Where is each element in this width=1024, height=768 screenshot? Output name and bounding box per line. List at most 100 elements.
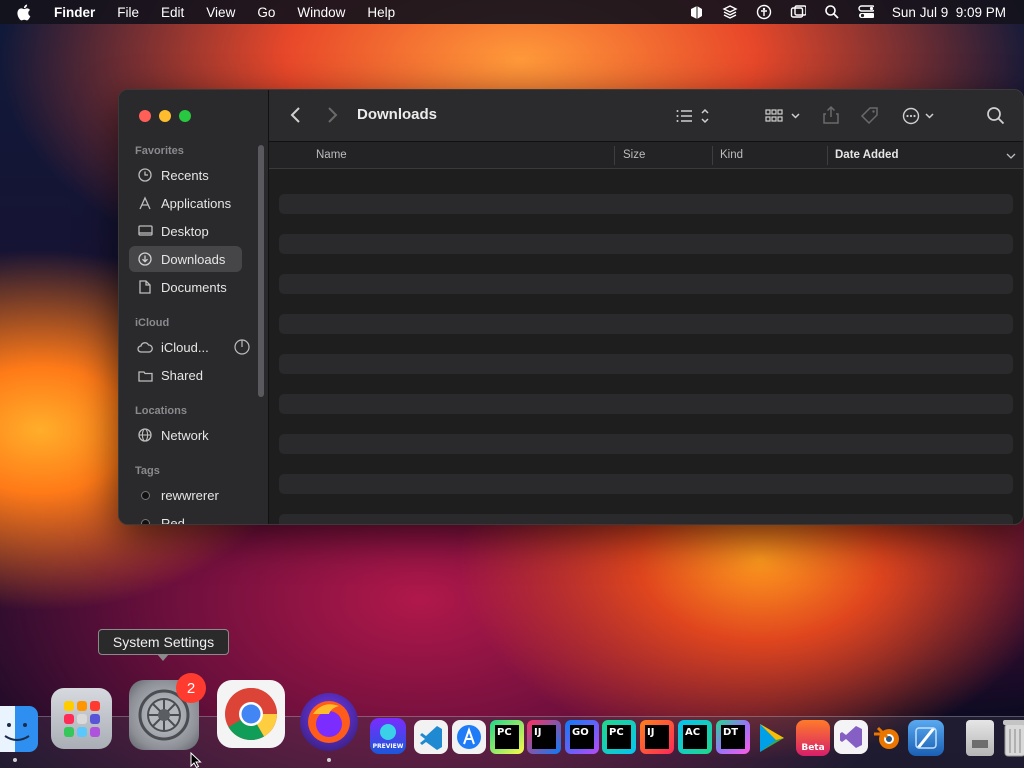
sidebar-section-tags: Tags xyxy=(135,465,160,477)
cube-status-icon[interactable] xyxy=(688,4,704,20)
list-item[interactable] xyxy=(279,314,1013,334)
column-divider[interactable] xyxy=(614,146,615,165)
play-store-dock-icon[interactable] xyxy=(754,720,790,756)
search-icon[interactable] xyxy=(986,106,1006,126)
edge-preview-dock-icon[interactable]: PREVIEW xyxy=(370,718,406,754)
running-indicator xyxy=(327,758,331,762)
downloads-stack-dock-icon[interactable] xyxy=(966,720,994,756)
spotlight-search-icon[interactable] xyxy=(824,4,840,20)
xcode-dock-icon[interactable] xyxy=(908,720,944,756)
menubar-clock[interactable]: Sun Jul 9 9:09 PM xyxy=(892,5,1006,20)
pycharm-dock-icon[interactable]: PC xyxy=(490,720,524,754)
sidebar-item-documents[interactable]: Documents xyxy=(129,274,242,300)
close-window-button[interactable] xyxy=(139,110,151,122)
download-icon xyxy=(137,251,153,267)
menu-edit[interactable]: Edit xyxy=(161,5,184,20)
window-controls xyxy=(139,110,191,122)
list-item[interactable] xyxy=(279,394,1013,414)
column-divider[interactable] xyxy=(827,146,828,165)
sidebar-item-shared[interactable]: Shared xyxy=(129,362,242,388)
datagrip-dock-icon[interactable]: DT xyxy=(716,720,750,754)
finder-toolbar: Downloads xyxy=(269,90,1023,142)
apple-menu-icon[interactable] xyxy=(16,4,36,21)
edge-preview-label: PREVIEW xyxy=(372,743,404,750)
appcode-dock-icon[interactable]: AC xyxy=(678,720,712,754)
zoom-window-button[interactable] xyxy=(179,110,191,122)
minimize-window-button[interactable] xyxy=(159,110,171,122)
beta-app-dock-icon[interactable]: Beta xyxy=(796,720,830,756)
desktop-icon xyxy=(137,223,153,239)
list-item[interactable] xyxy=(279,514,1013,524)
column-date-added[interactable]: Date Added xyxy=(835,149,898,161)
sidebar-item-label: Red xyxy=(161,515,185,525)
intellij-label: IJ xyxy=(532,725,556,749)
column-kind[interactable]: Kind xyxy=(720,149,743,161)
sidebar-scrollbar[interactable] xyxy=(258,145,264,397)
sidebar-item-label: Applications xyxy=(161,195,232,211)
tag-dot-icon xyxy=(140,518,150,524)
finder-dock-icon[interactable] xyxy=(0,706,38,752)
column-divider[interactable] xyxy=(712,146,713,165)
layers-status-icon[interactable] xyxy=(722,4,738,20)
trash-dock-icon[interactable] xyxy=(1002,718,1024,758)
menu-bar: Finder File Edit View Go Window Help Sun… xyxy=(0,0,1024,24)
menu-help[interactable]: Help xyxy=(367,5,395,20)
list-item[interactable] xyxy=(279,194,1013,214)
datagrip-label: DT xyxy=(721,725,745,749)
beta-label: Beta xyxy=(801,743,825,753)
list-item[interactable] xyxy=(279,474,1013,494)
list-item[interactable] xyxy=(279,354,1013,374)
xcode-app-store-dock-icon[interactable] xyxy=(452,720,486,754)
back-button[interactable] xyxy=(289,106,303,124)
sidebar-item-network[interactable]: Network xyxy=(129,422,242,448)
sidebar-item-icloud-drive[interactable]: iCloud... xyxy=(129,334,250,360)
vscode-dock-icon[interactable] xyxy=(414,720,448,754)
list-item[interactable] xyxy=(279,274,1013,294)
running-indicator xyxy=(13,758,17,762)
blender-dock-icon[interactable] xyxy=(870,720,904,754)
goland-dock-icon[interactable]: GO xyxy=(565,720,599,754)
column-name[interactable]: Name xyxy=(316,149,347,161)
firefox-dock-icon[interactable] xyxy=(300,693,358,751)
sidebar-item-label: Documents xyxy=(161,279,227,295)
sidebar-item-desktop[interactable]: Desktop xyxy=(129,218,242,244)
window-title: Downloads xyxy=(357,106,438,123)
sidebar-item-tag-rewwrerer[interactable]: rewwrerer xyxy=(129,482,242,508)
tag-dot-icon xyxy=(140,490,150,500)
intellij-dock-icon[interactable]: IJ xyxy=(527,720,561,754)
tag-icon[interactable] xyxy=(860,106,880,126)
sidebar-item-recents[interactable]: Recents xyxy=(129,162,242,188)
pycharm-ce-dock-icon[interactable]: PC xyxy=(602,720,636,754)
sidebar-item-tag-red[interactable]: Red xyxy=(129,510,242,525)
list-view-icon[interactable] xyxy=(675,107,711,125)
menu-window[interactable]: Window xyxy=(297,5,345,20)
finder-sidebar: Favorites Recents Applications Desktop D… xyxy=(119,90,269,524)
chrome-dock-icon[interactable] xyxy=(217,680,285,748)
menu-file[interactable]: File xyxy=(117,5,139,20)
clock-icon xyxy=(137,167,153,183)
shared-folder-icon xyxy=(137,367,153,383)
list-item[interactable] xyxy=(279,434,1013,454)
share-icon[interactable] xyxy=(822,105,840,125)
list-item[interactable] xyxy=(279,234,1013,254)
app-menu-finder[interactable]: Finder xyxy=(54,5,95,20)
sidebar-item-applications[interactable]: Applications xyxy=(129,190,242,216)
sidebar-item-label: iCloud... xyxy=(161,339,209,355)
display-mirror-icon[interactable] xyxy=(790,4,806,20)
sidebar-item-label: Desktop xyxy=(161,223,209,239)
visual-studio-dock-icon[interactable] xyxy=(834,720,868,754)
intellij-ce-dock-icon[interactable]: IJ xyxy=(640,720,674,754)
control-center-icon[interactable] xyxy=(858,4,874,20)
sidebar-item-downloads[interactable]: Downloads xyxy=(129,246,242,272)
sort-descending-icon[interactable] xyxy=(1006,151,1016,163)
pycharm-ce-label: PC xyxy=(607,725,631,749)
accessibility-status-icon[interactable] xyxy=(756,4,772,20)
sidebar-item-label: Recents xyxy=(161,167,209,183)
menu-go[interactable]: Go xyxy=(257,5,275,20)
launchpad-dock-icon[interactable] xyxy=(51,688,112,749)
column-size[interactable]: Size xyxy=(623,149,645,161)
group-by-icon[interactable] xyxy=(765,107,803,125)
more-actions-icon[interactable] xyxy=(902,106,938,126)
forward-button[interactable] xyxy=(325,106,339,124)
menu-view[interactable]: View xyxy=(206,5,235,20)
